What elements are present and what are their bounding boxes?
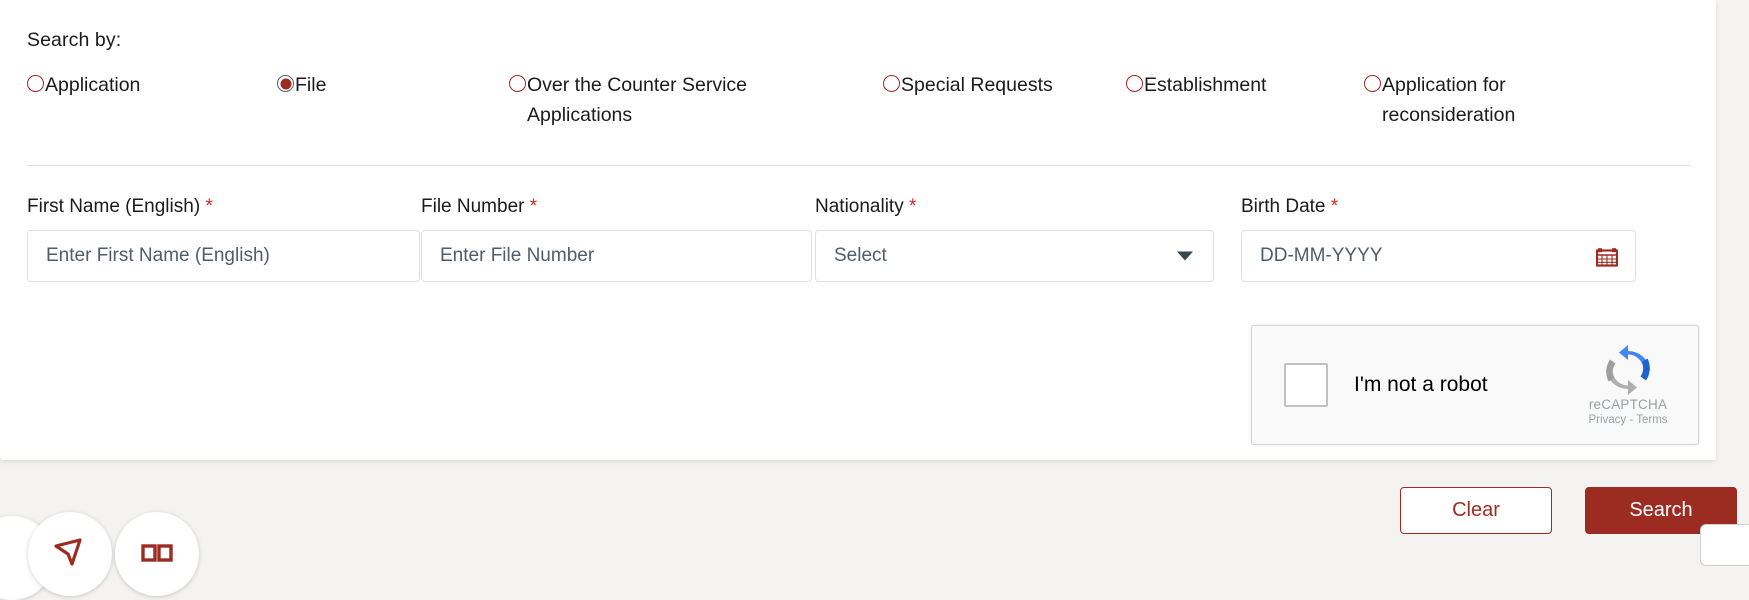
label-text-birth-date: Birth Date [1241,196,1326,217]
required-asterisk-birth-date: * [1330,196,1339,217]
radio-option-special-requests[interactable]: Special Requests [883,70,1126,130]
recaptcha-link-separator: - [1629,414,1634,426]
required-asterisk-first-name-english: * [205,196,213,217]
recaptcha-terms-link[interactable]: Terms [1636,414,1667,426]
placeholder-file-number: Enter File Number [440,245,595,266]
recaptcha-links: Privacy - Terms [1588,414,1667,426]
recaptcha-privacy-link[interactable]: Privacy [1588,414,1626,426]
search-panel: Search by: Application File Over the Cou… [0,0,1716,460]
input-file-number[interactable]: Enter File Number [421,230,812,282]
field-birth-date: Birth Date * DD-MM-YYYY [1241,196,1645,282]
radio-label-special-requests: Special Requests [901,74,1053,96]
recaptcha-label: I'm not a robot [1354,373,1488,396]
radio-option-application-for-reconsideration[interactable]: Application for reconsideration [1364,70,1614,130]
radio-indicator-over-the-counter-service-applications[interactable] [509,75,526,92]
recaptcha-logo-icon [1602,344,1654,396]
radio-label-establishment: Establishment [1144,74,1267,96]
recaptcha-checkbox[interactable] [1284,363,1328,407]
radio-label-over-the-counter-service-applications: Over the Counter Service Applications [527,74,748,127]
radio-indicator-establishment[interactable] [1126,75,1143,92]
radio-option-over-the-counter-service-applications[interactable]: Over the Counter Service Applications [509,70,883,130]
radio-indicator-application-for-reconsideration[interactable] [1364,75,1381,92]
radio-label-application: Application [45,74,141,96]
pointer-arrow-icon [54,538,82,566]
label-file-number: File Number * [421,196,815,218]
recaptcha-widget[interactable]: I'm not a robot reCAPTCHA Privacy - Term… [1251,325,1699,445]
floating-action-button-keyboard[interactable] [115,512,199,596]
input-first-name-english[interactable]: Enter First Name (English) [27,230,420,282]
field-first-name-english: First Name (English) * Enter First Name … [27,196,421,282]
field-file-number: File Number * Enter File Number [421,196,815,282]
radio-label-application-for-reconsideration: Application for reconsideration [1382,74,1516,127]
floating-action-button-accessibility[interactable] [28,512,112,596]
placeholder-first-name-english: Enter First Name (English) [46,245,270,266]
chevron-down-icon[interactable] [1177,251,1193,261]
radio-indicator-application[interactable] [27,75,44,92]
label-birth-date: Birth Date * [1241,196,1645,218]
calendar-icon[interactable] [1595,245,1619,267]
search-by-radio-group: Application File Over the Counter Servic… [27,70,1692,130]
label-first-name-english: First Name (English) * [27,196,421,218]
required-asterisk-nationality: * [909,196,917,217]
label-nationality: Nationality * [815,196,1241,218]
field-nationality: Nationality * Select [815,196,1241,282]
placeholder-birth-date: DD-MM-YYYY [1260,245,1383,266]
search-by-label: Search by: [27,29,122,51]
radio-label-file: File [295,74,327,96]
input-birth-date[interactable]: DD-MM-YYYY [1241,230,1636,282]
radio-indicator-file[interactable] [277,75,294,92]
grid-squares-icon [141,544,173,562]
placeholder-nationality: Select [834,245,887,266]
label-text-file-number: File Number [421,196,525,217]
recaptcha-brand-name: reCAPTCHA [1588,397,1668,412]
radio-option-file[interactable]: File [277,70,509,130]
radio-option-application[interactable]: Application [27,70,277,130]
label-text-nationality: Nationality [815,196,904,217]
bottom-right-panel [1700,524,1749,566]
required-asterisk-file-number: * [529,196,538,217]
clear-button[interactable]: Clear [1400,487,1552,534]
label-text-first-name-english: First Name (English) [27,196,201,217]
select-nationality[interactable]: Select [815,230,1214,282]
section-divider [27,165,1690,166]
radio-indicator-special-requests[interactable] [883,75,900,92]
recaptcha-branding: reCAPTCHA Privacy - Terms [1564,344,1698,426]
search-fields-row: First Name (English) * Enter First Name … [27,196,1692,282]
radio-option-establishment[interactable]: Establishment [1126,70,1364,130]
